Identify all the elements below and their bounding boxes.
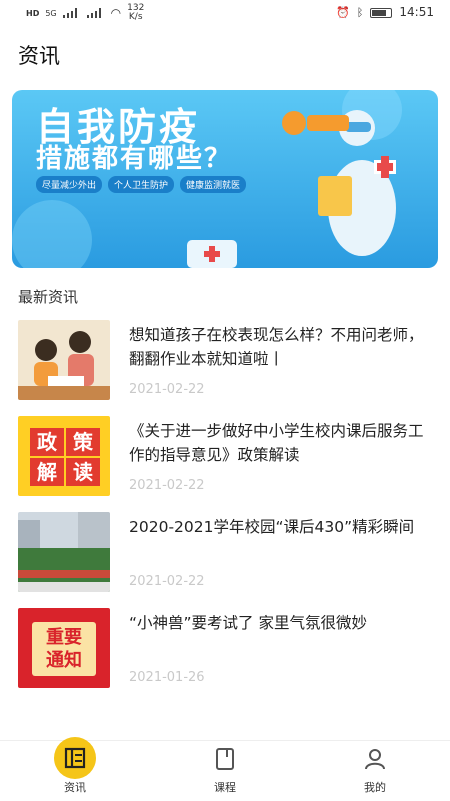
banner-tag: 个人卫生防护 — [108, 176, 174, 193]
alarm-icon: ⏰ — [336, 6, 350, 19]
bluetooth-icon: ᛒ — [357, 6, 364, 19]
tab-profile[interactable]: 我的 — [335, 741, 415, 801]
status-left: HD 5G ◠ 132 K/s — [26, 4, 144, 22]
bottom-tab-bar: 资讯 课程 我的 — [0, 740, 450, 800]
banner-tags: 尽量减少外出 个人卫生防护 健康监测就医 — [36, 176, 246, 193]
news-title: “小神兽”要考试了 家里气氛很微妙 — [129, 611, 432, 635]
tab-label: 课程 — [185, 779, 265, 795]
news-item[interactable]: 2020-2021学年校园“课后430”精彩瞬间 2021-02-22 — [18, 512, 432, 596]
news-thumbnail: 政 策 解 读 — [18, 416, 110, 496]
news-date: 2021-02-22 — [129, 478, 205, 493]
tab-label: 资讯 — [35, 779, 115, 795]
banner[interactable]: 自我防疫 措施都有哪些？ 尽量减少外出 个人卫生防护 健康监测就医 — [12, 90, 438, 268]
notice-badge-line: 重要 — [32, 626, 96, 649]
tab-news[interactable]: 资讯 — [35, 741, 115, 801]
news-date: 2021-02-22 — [129, 574, 205, 589]
status-bar: HD 5G ◠ 132 K/s ⏰ ᛒ 14:51 — [0, 0, 450, 26]
hd-badge: HD — [26, 9, 39, 18]
signal-icon-2 — [87, 8, 105, 18]
user-icon — [363, 747, 387, 775]
net-speed-unit: K/s — [129, 12, 143, 22]
news-date: 2021-01-26 — [129, 670, 205, 685]
policy-badge-char: 读 — [66, 458, 100, 486]
news-thumbnail: 重要 通知 — [18, 608, 110, 688]
notice-badge-line: 通知 — [32, 649, 96, 672]
wifi-icon: ◠ — [111, 6, 121, 20]
book-icon — [214, 747, 236, 775]
news-thumbnail — [18, 320, 110, 400]
banner-subheading: 措施都有哪些？ — [36, 138, 232, 175]
news-title: 想知道孩子在校表现怎么样？不用问老师，翻翻作业本就知道啦丨 — [129, 323, 432, 371]
banner-tag: 尽量减少外出 — [36, 176, 102, 193]
banner-tag: 健康监测就医 — [180, 176, 246, 193]
news-date: 2021-02-22 — [129, 382, 205, 397]
policy-badge: 政 策 解 读 — [30, 428, 100, 486]
clock: 14:51 — [399, 5, 434, 19]
net-speed: 132 K/s — [127, 4, 144, 22]
notice-badge: 重要 通知 — [32, 622, 96, 676]
tab-label: 我的 — [335, 779, 415, 795]
news-item[interactable]: 重要 通知 “小神兽”要考试了 家里气氛很微妙 2021-01-26 — [18, 608, 432, 692]
news-thumbnail — [18, 512, 110, 592]
policy-badge-char: 解 — [30, 458, 64, 486]
signal-icon — [63, 8, 81, 18]
news-title: 《关于进一步做好中小学生校内课后服务工作的指导意见》政策解读 — [129, 419, 432, 467]
network-label: 5G — [45, 9, 56, 18]
news-item[interactable]: 政 策 解 读 《关于进一步做好中小学生校内课后服务工作的指导意见》政策解读 2… — [18, 416, 432, 500]
battery-icon — [370, 8, 392, 18]
policy-badge-char: 政 — [30, 428, 64, 456]
status-right: ⏰ ᛒ 14:51 — [336, 5, 434, 19]
news-icon — [54, 737, 96, 779]
tab-courses[interactable]: 课程 — [185, 741, 265, 801]
page-title: 资讯 — [18, 40, 60, 70]
news-title: 2020-2021学年校园“课后430”精彩瞬间 — [129, 515, 432, 539]
news-item[interactable]: 想知道孩子在校表现怎么样？不用问老师，翻翻作业本就知道啦丨 2021-02-22 — [18, 320, 432, 404]
policy-badge-char: 策 — [66, 428, 100, 456]
section-title: 最新资讯 — [18, 286, 78, 307]
